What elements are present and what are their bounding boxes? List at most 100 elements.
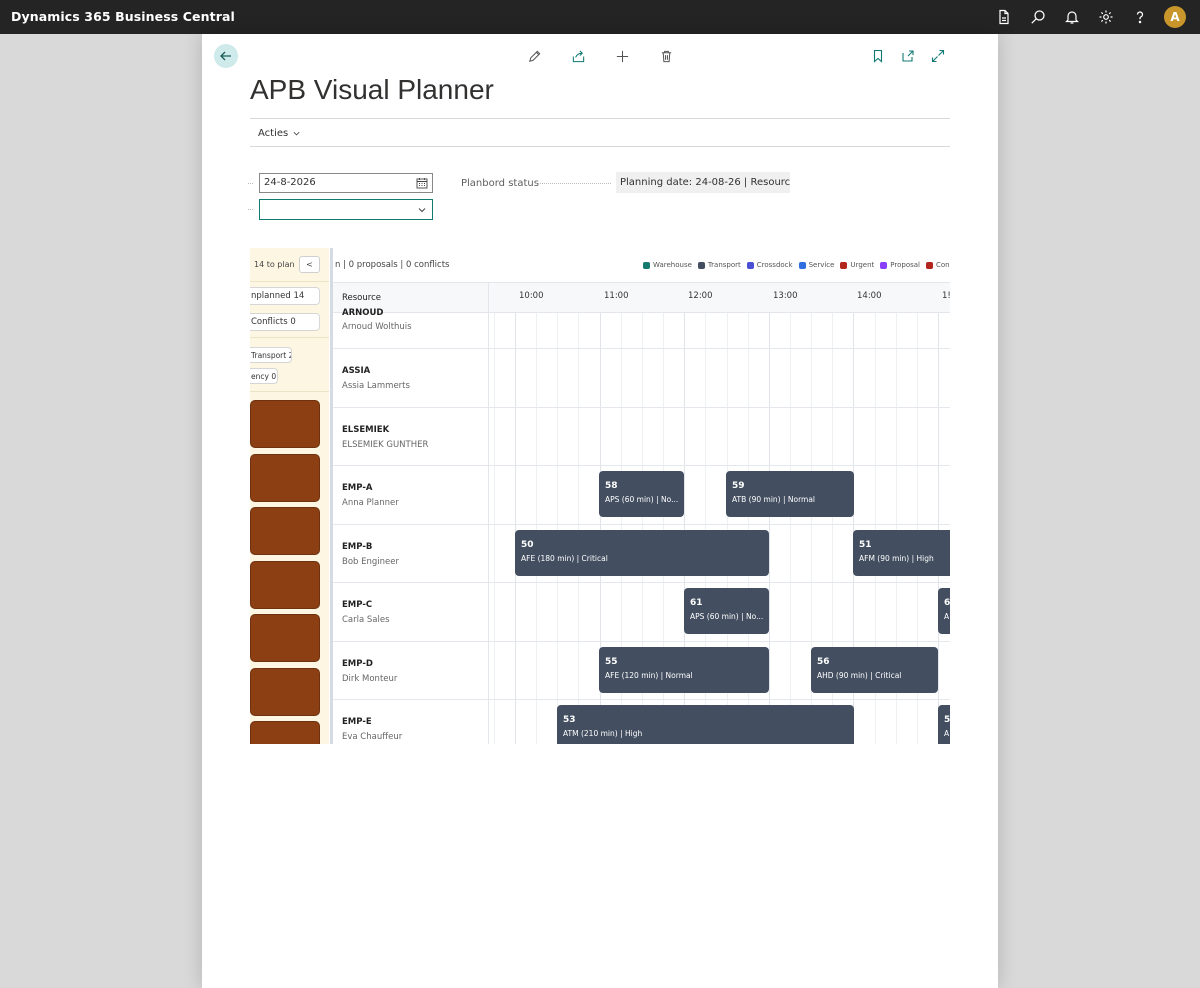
collapse-panel-button[interactable]: < (299, 256, 320, 273)
date-field[interactable]: 24-8-2026 (259, 173, 433, 193)
expand-button[interactable] (928, 46, 948, 66)
resource-row[interactable]: EMP-C Carla Sales (333, 583, 950, 642)
task-block[interactable]: 53 ATM (210 min) | High (557, 705, 854, 744)
filter-select[interactable] (259, 199, 433, 220)
open-new-window-button[interactable] (898, 46, 918, 66)
unplanned-chip[interactable]: nplanned 14 (250, 287, 320, 305)
task-block[interactable]: 56 AHD (90 min) | Critical (811, 647, 938, 693)
unplanned-card[interactable] (250, 400, 320, 448)
top-icons: A (994, 0, 1186, 34)
transport-chip[interactable]: Transport 2 (250, 347, 292, 363)
task-block[interactable]: 6 A (938, 588, 950, 634)
task-number: 58 (605, 481, 618, 491)
legend-label: Service (808, 261, 835, 269)
task-block[interactable]: 59 ATB (90 min) | Normal (726, 471, 854, 517)
field-leader (248, 183, 253, 184)
task-block[interactable]: 58 APS (60 min) | No... (599, 471, 684, 517)
divider (250, 337, 329, 338)
unplanned-card[interactable] (250, 614, 320, 662)
gear-icon[interactable] (1096, 7, 1116, 27)
legend-swatch (697, 261, 705, 269)
timeline-header: Resource 10:00 11:00 12:00 13:00 14:00 1… (333, 282, 950, 313)
resource-code: EMP-A (342, 483, 373, 493)
chevron-down-icon (418, 208, 426, 213)
task-number: 51 (859, 540, 872, 550)
back-button[interactable] (214, 44, 238, 68)
time-label: 1! (942, 291, 950, 301)
legend-label: Crossdock (756, 261, 793, 269)
time-label: 11:00 (604, 291, 629, 301)
task-number: 59 (732, 481, 745, 491)
task-description: ATB (90 min) | Normal (732, 495, 816, 504)
planbord-status-label: Planbord status (461, 178, 539, 189)
to-plan-count: 14 to plan (254, 260, 295, 269)
share-icon (572, 50, 584, 62)
unplanned-card[interactable] (250, 721, 320, 744)
resource-name: Carla Sales (342, 615, 390, 625)
resource-code: EMP-B (342, 542, 373, 552)
task-description: AFM (90 min) | High (859, 554, 934, 563)
resource-column-header: Resource (342, 293, 381, 303)
task-block[interactable]: 5 A (938, 705, 950, 744)
legend-label: Warehouse (653, 261, 692, 269)
calendar-icon[interactable] (416, 177, 428, 189)
task-description: AFE (180 min) | Critical (521, 554, 608, 563)
unplanned-panel: 14 to plan < nplanned 14 Conflicts 0 Tra… (250, 248, 329, 744)
unplanned-card[interactable] (250, 668, 320, 716)
resource-row[interactable]: ARNOUD Arnoud Wolthuis (333, 308, 950, 349)
bell-icon[interactable] (1062, 7, 1082, 27)
bookmark-icon (873, 49, 883, 63)
urgency-chip[interactable]: ency 0 (250, 368, 278, 384)
edit-button[interactable] (524, 46, 544, 66)
open-in-new-icon (902, 50, 914, 62)
page-card: APB Visual Planner Acties 24-8-2026 Plan… (202, 34, 998, 988)
document-icon[interactable] (994, 7, 1014, 27)
legend-label: Proposal (890, 261, 920, 269)
task-block[interactable]: 50 AFE (180 min) | Critical (515, 530, 769, 576)
search-icon[interactable] (1028, 7, 1048, 27)
conflicts-chip[interactable]: Conflicts 0 (250, 313, 320, 331)
planbord-status-value[interactable]: Planning date: 24-08-26 | Resources:... (616, 172, 790, 193)
resource-column-divider (488, 282, 489, 744)
resource-row[interactable]: ELSEMIEK ELSEMIEK GUNTHER (333, 408, 950, 466)
resource-name: Anna Planner (342, 498, 399, 508)
bookmark-button[interactable] (868, 46, 888, 66)
legend-label: Con (936, 261, 950, 269)
pencil-icon (528, 50, 540, 62)
help-icon[interactable] (1130, 7, 1150, 27)
field-leader (535, 183, 611, 184)
divider (250, 118, 950, 119)
new-button[interactable] (612, 46, 632, 66)
visual-planner: 14 to plan < nplanned 14 Conflicts 0 Tra… (250, 248, 950, 744)
unplanned-card[interactable] (250, 507, 320, 555)
task-number: 61 (690, 598, 703, 608)
divider (250, 146, 950, 147)
actions-menu[interactable]: Acties (258, 128, 301, 139)
task-block[interactable]: 51 AFM (90 min) | High (853, 530, 950, 576)
delete-button[interactable] (656, 46, 676, 66)
resource-row[interactable]: ASSIA Assia Lammerts (333, 349, 950, 408)
task-block[interactable]: 55 AFE (120 min) | Normal (599, 647, 769, 693)
plus-icon (616, 50, 628, 62)
resource-name: ELSEMIEK GUNTHER (342, 440, 429, 450)
legend-item: Con (926, 261, 950, 269)
legend-item: Crossdock (746, 261, 793, 269)
actions-label: Acties (258, 128, 289, 139)
unplanned-card[interactable] (250, 454, 320, 502)
avatar[interactable]: A (1164, 6, 1186, 28)
planner-summary: n | 0 proposals | 0 conflicts (335, 260, 450, 270)
resource-code: EMP-D (342, 659, 373, 669)
share-button[interactable] (568, 46, 588, 66)
resource-code: ASSIA (342, 366, 371, 376)
unplanned-card[interactable] (250, 561, 320, 609)
legend: Warehouse Transport Crossdock Service Ur… (643, 261, 950, 269)
task-number: 5 (944, 715, 950, 725)
task-block[interactable]: 61 APS (60 min) | No... (684, 588, 769, 634)
legend-item: Urgent (840, 261, 874, 269)
task-description: AFE (120 min) | Normal (605, 671, 693, 680)
unplanned-panel-header: 14 to plan < (250, 248, 329, 282)
legend-label: Transport (707, 261, 741, 269)
task-description: ATM (210 min) | High (563, 729, 643, 738)
resource-name: Dirk Monteur (342, 674, 398, 684)
task-description: AHD (90 min) | Critical (817, 671, 902, 680)
